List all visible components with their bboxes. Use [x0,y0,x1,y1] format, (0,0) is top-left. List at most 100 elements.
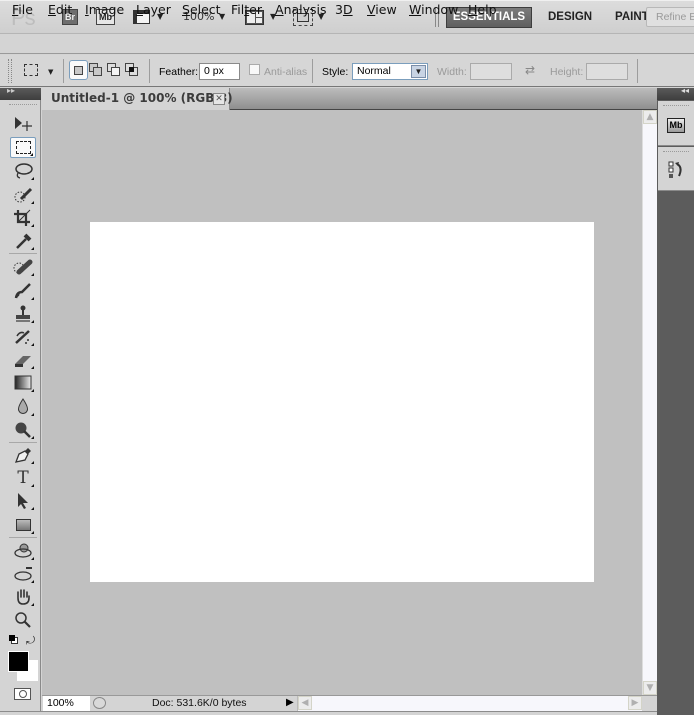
options-grip[interactable] [8,59,12,83]
menu-layer[interactable]: Layer [136,2,171,17]
lasso-tool[interactable] [10,160,36,181]
zoom-tool[interactable] [10,609,36,630]
swap-width-height-icon[interactable]: ⇄ [525,63,535,77]
clone-stamp-tool[interactable] [10,303,36,324]
status-info-icon[interactable] [93,697,106,709]
separator [637,59,638,83]
type-icon: T [17,467,29,488]
anti-alias-checkbox[interactable] [249,64,260,75]
feather-input[interactable]: 0 px [199,63,240,80]
mnemonic: E [48,2,56,17]
history-brush-tool[interactable] [10,326,36,347]
subtract-from-selection-button[interactable] [107,63,121,77]
tool-preset-dropdown-icon[interactable]: ▼ [48,68,53,76]
horizontal-scrollbar[interactable]: ◀ ▶ [297,696,642,711]
mnemonic: L [136,2,143,17]
width-input[interactable] [470,63,512,80]
gradient-tool[interactable] [10,372,36,393]
style-select[interactable]: Normal ▼ [352,63,428,80]
quick-selection-tool[interactable] [10,184,36,205]
menu-view[interactable]: View [367,2,397,17]
document-tab-title[interactable]: Untitled-1 @ 100% (RGB/8) [51,91,233,105]
status-zoom-field[interactable]: 100% [43,696,90,711]
right-dock-header[interactable]: ◂◂ [657,86,694,100]
menu-window[interactable]: Window [409,2,458,17]
height-input[interactable] [586,63,628,80]
quick-selection-icon [14,187,33,202]
refine-edge-button[interactable]: Refine Edge... [646,7,694,27]
gradient-icon [14,375,32,389]
move-tool[interactable] [10,113,36,134]
3d-orbit-icon [14,566,32,581]
scroll-left-icon[interactable]: ◀ [298,696,312,710]
hand-tool[interactable] [10,586,36,607]
add-to-selection-button[interactable] [89,63,103,77]
menu-label: er [249,2,262,17]
3d-rotate-tool[interactable] [10,540,36,561]
scroll-right-icon[interactable]: ▶ [628,696,642,710]
swap-colors-icon[interactable]: ⤾ [26,634,35,648]
tool-preset-marquee-icon[interactable] [24,64,38,76]
tools-grip[interactable] [9,104,37,107]
rectangular-marquee-tool[interactable] [10,137,36,158]
menu-file[interactable]: File [12,2,33,17]
scroll-up-icon[interactable]: ▲ [643,110,657,124]
quick-mask-button[interactable] [14,688,31,700]
separator [63,59,64,83]
eraser-tool[interactable] [10,349,36,370]
path-selection-tool[interactable] [10,490,36,511]
mini-bridge-panel-button[interactable]: Mb [658,101,694,146]
tool-group-separator [9,442,37,443]
workspace-design[interactable]: DESIGN [548,11,592,23]
quick-mask-icon [19,690,27,698]
menu-image[interactable]: Image [85,2,124,17]
new-selection-icon [74,66,83,75]
document-canvas[interactable] [90,222,594,582]
scroll-down-icon[interactable]: ▼ [643,681,657,695]
tool-group-separator [9,537,37,538]
spot-healing-brush-tool[interactable] [10,256,36,277]
default-colors-button[interactable] [9,635,18,644]
intersect-selection-button[interactable] [125,63,139,77]
3d-rotate-icon [14,543,32,558]
foreground-color-swatch[interactable] [8,651,29,672]
menu-3d[interactable]: 3D [335,2,353,17]
separator [149,59,150,83]
eyedropper-tool[interactable] [10,230,36,251]
mini-bridge-icon: Mb [667,118,685,133]
history-panel-button[interactable] [658,147,694,191]
menu-bar [0,34,694,54]
pen-tool[interactable] [10,444,36,465]
crop-icon [14,209,31,226]
menu-label: nalysis [283,2,327,17]
move-icon [15,116,32,131]
separator [312,59,313,83]
tools-panel-header[interactable]: ▸▸ [0,86,41,100]
new-selection-button[interactable] [69,60,88,80]
crop-tool[interactable] [10,207,36,228]
type-tool[interactable]: T [10,467,36,488]
menu-edit[interactable]: Edit [48,2,72,17]
stamp-icon [16,305,30,322]
menu-analysis[interactable]: Analysis [275,2,327,17]
chevron-down-icon[interactable]: ▼ [411,65,426,78]
menu-filter[interactable]: Filter [231,2,262,17]
close-icon[interactable]: ✕ [213,93,225,105]
blur-tool[interactable] [10,396,36,417]
status-menu-arrow-icon[interactable]: ▶ [286,697,294,708]
dodge-tool[interactable] [10,419,36,440]
anti-alias-label: Anti-alias [264,66,308,78]
history-brush-icon [15,329,30,344]
expand-icon[interactable]: ▸▸ [7,86,15,95]
dodge-icon [15,422,31,438]
brush-tool[interactable] [10,280,36,301]
menu-help[interactable]: Help [468,2,497,17]
3d-orbit-tool[interactable] [10,563,36,584]
height-label: Height: [550,66,584,78]
vertical-scrollbar[interactable]: ▲ ▼ [642,110,657,695]
collapse-icon[interactable]: ◂◂ [681,86,689,95]
menu-select[interactable]: Select [182,2,221,17]
menu-label: Fil [231,2,245,17]
rectangle-tool[interactable] [10,514,36,535]
window-bottom-border [0,711,694,715]
